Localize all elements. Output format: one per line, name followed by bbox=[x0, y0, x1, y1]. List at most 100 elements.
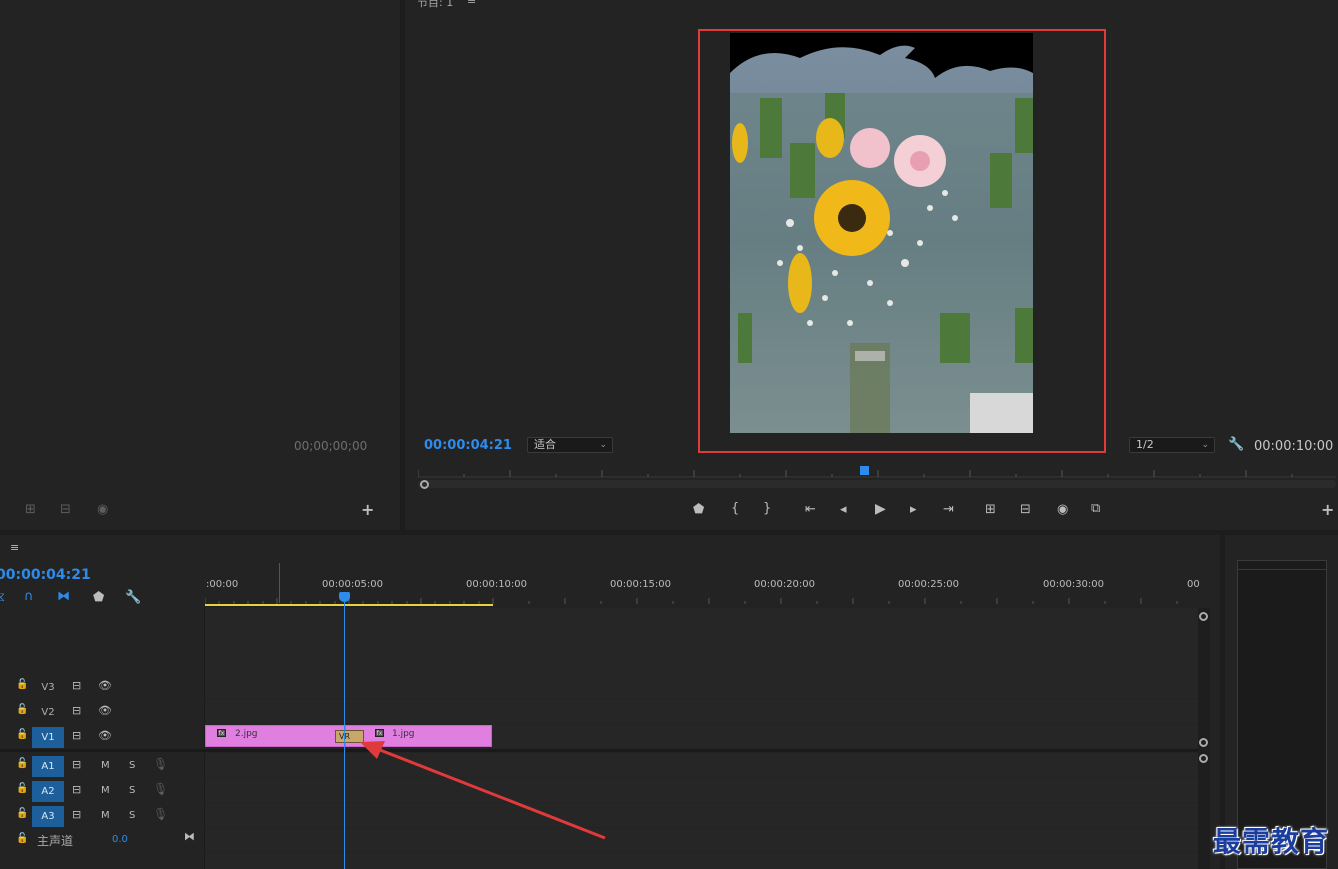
track-header-filler bbox=[0, 853, 205, 869]
wrench-icon[interactable]: 🔧 bbox=[125, 591, 141, 604]
lock-icon[interactable]: 🔓 bbox=[16, 784, 28, 794]
go-to-out-icon[interactable]: ⇥ bbox=[943, 503, 954, 516]
fx-badge-icon: fx bbox=[217, 729, 226, 737]
track-area-empty bbox=[205, 608, 1198, 674]
track-header-a2: 🔓 A2 ⊟ M S 🎙 bbox=[0, 778, 205, 802]
track-target-a2[interactable]: A2 bbox=[32, 781, 64, 802]
lock-icon[interactable]: 🔓 bbox=[16, 759, 28, 769]
track-body-a3[interactable] bbox=[205, 803, 1198, 827]
go-to-end-icon[interactable]: ⧓ bbox=[184, 831, 195, 842]
add-button-icon[interactable]: + bbox=[361, 502, 374, 518]
ruler-label: 00:00:25:00 bbox=[898, 579, 960, 590]
sync-lock-icon[interactable]: ⊟ bbox=[72, 784, 81, 795]
timeline-menu-icon[interactable]: ≡ bbox=[10, 541, 19, 554]
ruler-label: 00:00:15:00 bbox=[610, 579, 672, 590]
microphone-icon[interactable]: 🎙 bbox=[153, 783, 168, 795]
chevron-down-icon: ⌄ bbox=[1201, 440, 1209, 450]
work-area-bar[interactable] bbox=[205, 604, 493, 606]
scroll-handle-middle[interactable] bbox=[1199, 738, 1208, 747]
track-target-a1[interactable]: A1 bbox=[32, 756, 64, 777]
mark-out-icon[interactable]: } bbox=[763, 502, 771, 515]
scroll-handle-left[interactable] bbox=[420, 480, 429, 489]
ruler-label: 00:00:20:00 bbox=[754, 579, 816, 590]
add-marker-icon[interactable]: ⬟ bbox=[693, 503, 704, 516]
mute-button[interactable]: M bbox=[101, 760, 110, 771]
sync-lock-icon[interactable]: ⊟ bbox=[72, 730, 81, 741]
track-body-master[interactable] bbox=[205, 828, 1198, 852]
nest-icon[interactable]: ⧖ bbox=[0, 591, 5, 604]
sync-lock-icon[interactable]: ⊟ bbox=[72, 809, 81, 820]
wrench-icon[interactable]: 🔧 bbox=[1228, 438, 1244, 451]
panel-menu-icon[interactable]: ≡ bbox=[467, 0, 476, 7]
audio-meter-header bbox=[1237, 560, 1327, 570]
lock-icon[interactable]: 🔓 bbox=[16, 730, 28, 740]
track-target-a3[interactable]: A3 bbox=[32, 806, 64, 827]
track-body-a1[interactable] bbox=[205, 753, 1198, 777]
add-button-icon[interactable]: + bbox=[1321, 502, 1334, 518]
lock-icon[interactable]: 🔓 bbox=[16, 680, 28, 690]
annotation-arrow bbox=[360, 741, 606, 840]
program-zoom-scrollbar[interactable] bbox=[418, 480, 1336, 488]
track-header-empty bbox=[0, 608, 205, 674]
program-playhead-timecode[interactable]: 00:00:04:21 bbox=[424, 438, 512, 453]
source-timecode[interactable]: 00;00;00;00 bbox=[294, 439, 367, 453]
track-body-v3[interactable] bbox=[205, 674, 1198, 698]
eye-icon[interactable]: 👁 bbox=[98, 680, 112, 691]
play-icon[interactable]: ▶ bbox=[875, 502, 886, 516]
scroll-handle-bottom[interactable] bbox=[1199, 754, 1208, 763]
linked-selection-icon[interactable]: ⧓ bbox=[57, 590, 70, 603]
overwrite-icon[interactable]: ⊟ bbox=[60, 503, 71, 516]
lock-icon[interactable]: 🔓 bbox=[16, 809, 28, 819]
ruler-label: 00:00:05:00 bbox=[322, 579, 384, 590]
step-back-icon[interactable]: ◂ bbox=[840, 503, 847, 516]
track-header-v1: 🔓 V1 ⊟ 👁 bbox=[0, 724, 205, 748]
program-time-ruler[interactable] bbox=[418, 466, 1336, 478]
solo-button[interactable]: S bbox=[129, 760, 135, 771]
track-header-v2: 🔓 V2 ⊟ 👁 bbox=[0, 699, 205, 723]
eye-icon[interactable]: 👁 bbox=[98, 705, 112, 716]
track-body-v2[interactable] bbox=[205, 699, 1198, 723]
eye-icon[interactable]: 👁 bbox=[98, 730, 112, 741]
track-v3: 🔓 V3 ⊟ 👁 bbox=[0, 674, 1198, 698]
sync-lock-icon[interactable]: ⊟ bbox=[72, 680, 81, 691]
track-target-v3[interactable]: V3 bbox=[32, 677, 64, 698]
resolution-dropdown[interactable]: 1/2 ⌄ bbox=[1129, 437, 1215, 453]
mark-in-icon[interactable]: { bbox=[731, 502, 739, 515]
sync-lock-icon[interactable]: ⊟ bbox=[72, 759, 81, 770]
source-monitor-panel: 00;00;00;00 ⊞ ⊟ ◉ + bbox=[0, 0, 400, 530]
timeline-playhead-handle[interactable] bbox=[339, 592, 350, 602]
solo-button[interactable]: S bbox=[129, 810, 135, 821]
ruler-label: 00:00:30:00 bbox=[1043, 579, 1105, 590]
extract-icon[interactable]: ⊟ bbox=[1020, 503, 1031, 516]
camera-icon[interactable]: ◉ bbox=[97, 503, 108, 516]
program-title[interactable]: 节目: 1 bbox=[417, 0, 453, 10]
track-target-v1[interactable]: V1 bbox=[32, 727, 64, 748]
program-playhead[interactable] bbox=[860, 466, 869, 475]
timeline-playhead-line[interactable] bbox=[344, 597, 345, 869]
scroll-handle-top[interactable] bbox=[1199, 612, 1208, 621]
fit-dropdown[interactable]: 适合 ⌄ bbox=[527, 437, 613, 453]
mute-button[interactable]: M bbox=[101, 785, 110, 796]
microphone-icon[interactable]: 🎙 bbox=[153, 808, 168, 820]
go-to-in-icon[interactable]: ⇤ bbox=[805, 503, 816, 516]
track-header-a3: 🔓 A3 ⊟ M S 🎙 bbox=[0, 803, 205, 827]
export-frame-icon[interactable]: ◉ bbox=[1057, 503, 1068, 516]
mute-button[interactable]: M bbox=[101, 810, 110, 821]
insert-icon[interactable]: ⊞ bbox=[25, 503, 36, 516]
track-body-a2[interactable] bbox=[205, 778, 1198, 802]
solo-button[interactable]: S bbox=[129, 785, 135, 796]
sync-lock-icon[interactable]: ⊟ bbox=[72, 705, 81, 716]
lock-icon[interactable]: 🔓 bbox=[16, 705, 28, 715]
master-volume-value[interactable]: 0.0 bbox=[112, 834, 128, 845]
clip-2-jpg[interactable]: fx 2.jpg bbox=[205, 725, 347, 747]
timeline-playhead-timecode[interactable]: 00:00:04:21 bbox=[0, 567, 91, 583]
step-forward-icon[interactable]: ▸ bbox=[910, 503, 917, 516]
add-marker-icon[interactable]: ⬟ bbox=[93, 591, 104, 604]
track-target-v2[interactable]: V2 bbox=[32, 702, 64, 723]
lock-icon[interactable]: 🔓 bbox=[16, 834, 28, 844]
comparison-view-icon[interactable]: ⧉ bbox=[1091, 502, 1100, 515]
snap-magnet-icon[interactable]: ∩ bbox=[24, 590, 34, 603]
fit-dropdown-value: 适合 bbox=[534, 438, 556, 451]
microphone-icon[interactable]: 🎙 bbox=[153, 758, 168, 770]
lift-icon[interactable]: ⊞ bbox=[985, 503, 996, 516]
